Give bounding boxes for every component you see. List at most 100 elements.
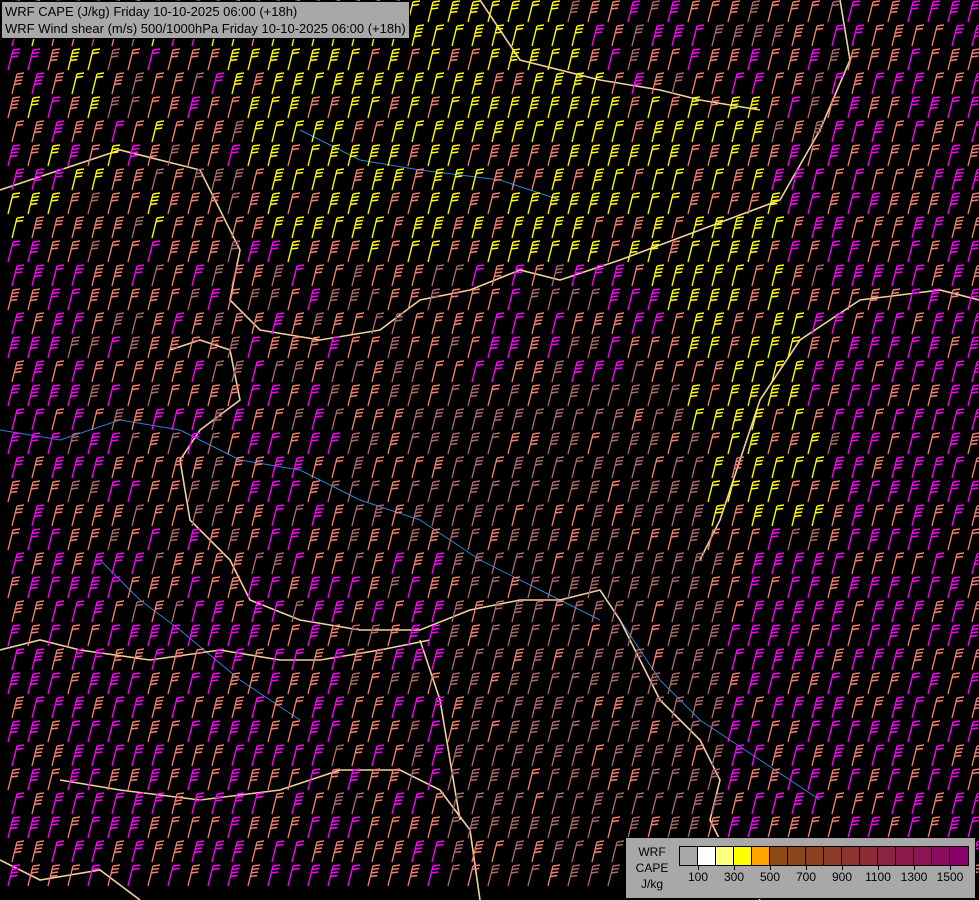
wind-barb [67,96,81,119]
wind-barb [247,240,261,263]
wind-barb [511,600,525,623]
wind-barb [47,240,61,263]
wind-barb [431,360,445,383]
country-border [479,0,761,111]
wind-barb [91,600,105,623]
wind-barb [251,552,265,575]
wind-barb [467,192,481,215]
wind-barb [127,144,141,167]
wind-barb [831,792,845,815]
wind-barb [427,624,441,647]
wind-barb [187,96,201,119]
wind-barb [567,144,581,167]
wind-barb [151,696,165,719]
wind-barb [451,168,465,191]
wind-barb [127,816,141,839]
wind-barb [107,672,121,695]
wind-barb [327,192,341,215]
wind-barb [971,265,979,287]
wind-barb [687,480,701,503]
wind-barb [387,288,401,311]
wind-barb [207,96,221,119]
wind-barb [971,313,979,335]
wind-barb [711,24,725,47]
wind-barb [311,72,325,95]
wind-barb [971,217,979,239]
wind-barb [527,192,541,215]
wind-barb [571,360,585,383]
wind-barb [807,816,821,839]
wind-barb [571,216,585,239]
wind-barb [251,360,265,383]
wind-barb [531,216,545,239]
wind-barb [627,0,641,23]
wind-barb [147,528,161,551]
wind-barb [547,624,561,647]
wind-barb [727,288,741,311]
wind-barb [287,720,301,743]
wind-barb [427,192,441,215]
wind-barb [927,528,941,551]
wind-barb [331,216,345,239]
wind-barb [207,624,221,647]
wind-barb [791,216,805,239]
wind-barb [811,552,825,575]
wind-barb [671,24,685,47]
wind-barb [611,216,625,239]
wind-barb [367,432,381,455]
wind-barb [467,720,481,743]
wind-barb [11,216,25,239]
wind-barb [731,120,745,143]
wind-barb [931,792,945,815]
wind-barb [867,240,881,263]
wind-barb [387,384,401,407]
wind-barb [71,264,85,287]
wind-barb [471,744,485,767]
wind-barb [767,480,781,503]
wind-barb [611,120,625,143]
wind-barb [527,240,541,263]
wind-barb [731,792,745,815]
wind-barb [247,816,261,839]
wind-barb [287,480,301,503]
wind-barb [767,336,781,359]
wind-barb [787,384,801,407]
wind-barb [251,408,265,431]
wind-barb [87,144,101,167]
wind-barb [611,840,625,863]
wind-barb [27,672,41,695]
wind-barb [587,96,601,119]
wind-barb [751,72,765,95]
wind-barb [847,336,861,359]
wind-barb [707,144,721,167]
wind-barb [951,24,965,47]
wind-barb [191,600,205,623]
wind-barb [171,696,185,719]
wind-barb [751,648,765,671]
wind-barb [347,48,361,71]
wind-barb [311,264,325,287]
wind-barb [207,192,221,215]
wind-barb [151,216,165,239]
legend-tick-label: 100 [687,870,709,884]
wind-barb [147,144,161,167]
wind-barb [911,168,925,191]
wind-barb [931,360,945,383]
wind-barb [47,288,61,311]
wind-barb [487,288,501,311]
cape-legend: WRF CAPE J/kg 100 300 500 700 900 1100 1300 150… [625,837,976,899]
wind-barb [427,0,441,23]
wind-barb [207,288,221,311]
wind-barb [571,312,585,335]
wind-barb [187,432,201,455]
wind-barb [927,288,941,311]
wind-barb [367,480,381,503]
wind-barb [467,144,481,167]
wind-barb [387,576,401,599]
wind-barb [47,576,61,599]
wind-barb [251,696,265,719]
wind-barb [31,456,45,479]
legend-label-line: WRF [638,845,666,859]
wind-barb [647,288,661,311]
wind-barb [87,192,101,215]
